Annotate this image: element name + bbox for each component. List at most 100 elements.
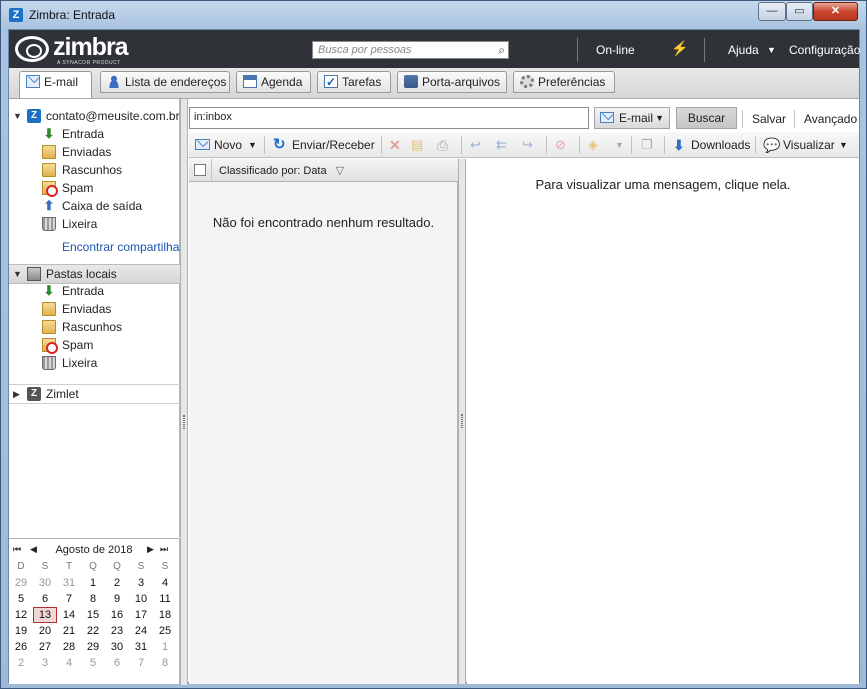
connection-icon[interactable]: ⚡ (671, 40, 688, 57)
calendar-day[interactable]: 26 (9, 639, 33, 655)
calendar-month-title[interactable]: Agosto de 2018 (49, 544, 139, 556)
calendar-day[interactable]: 12 (9, 607, 33, 623)
forward-icon[interactable]: ↪ (522, 136, 533, 154)
calendar-day[interactable]: 23 (105, 623, 129, 639)
chevron-down-icon[interactable]: ▼ (248, 136, 257, 154)
reply-all-icon[interactable]: ⇇ (496, 136, 507, 154)
calendar-day[interactable]: 8 (153, 655, 177, 671)
calendar-day[interactable]: 5 (9, 591, 33, 607)
calendar-day[interactable]: 30 (105, 639, 129, 655)
people-search-input[interactable]: Busca por pessoas ⌕ (312, 41, 509, 59)
calendar-day[interactable]: 10 (129, 591, 153, 607)
help-menu[interactable]: Ajuda (728, 43, 759, 57)
chevron-down-icon[interactable]: ▼ (839, 136, 848, 154)
tab-tasks[interactable]: Tarefas (317, 71, 391, 93)
calendar-day[interactable]: 31 (129, 639, 153, 655)
spam-icon[interactable]: ⊘ (555, 136, 566, 154)
folder-outbox[interactable]: ⬆ Caixa de saída (9, 197, 180, 215)
calendar-day[interactable]: 8 (81, 591, 105, 607)
calendar-day[interactable]: 6 (33, 591, 57, 607)
calendar-day[interactable]: 19 (9, 623, 33, 639)
delete-icon[interactable]: ✕ (389, 136, 401, 154)
search-button[interactable]: Buscar (676, 107, 737, 129)
tab-contacts[interactable]: Lista de endereços (100, 71, 230, 93)
calendar-day[interactable]: 17 (129, 607, 153, 623)
calendar-day[interactable]: 28 (57, 639, 81, 655)
tab-preferences[interactable]: Preferências (513, 71, 615, 93)
calendar-day[interactable]: 27 (33, 639, 57, 655)
calendar-day[interactable]: 4 (153, 575, 177, 591)
expand-triangle-icon[interactable]: ▶ (13, 385, 20, 403)
detach-icon[interactable]: ❐ (641, 136, 653, 154)
folder-inbox[interactable]: ⬇ Entrada (9, 125, 180, 143)
local-folder-drafts[interactable]: Rascunhos (9, 318, 180, 336)
tag-icon[interactable]: ◈ (588, 136, 598, 154)
calendar-day[interactable]: 22 (81, 623, 105, 639)
calendar-day[interactable]: 9 (105, 591, 129, 607)
sidebar-splitter[interactable] (180, 99, 188, 685)
print-icon[interactable]: ⎙ (437, 136, 448, 154)
tab-email[interactable]: E-mail (19, 71, 92, 98)
save-search-button[interactable]: Salvar (752, 110, 786, 128)
calendar-day[interactable]: 16 (105, 607, 129, 623)
search-icon[interactable]: ⌕ (498, 43, 505, 58)
calendar-day[interactable]: 21 (57, 623, 81, 639)
zimlet-header[interactable]: ▶ Z Zimlet (9, 384, 180, 404)
online-status[interactable]: On-line (596, 43, 635, 57)
calendar-day[interactable]: 3 (33, 655, 57, 671)
calendar-day[interactable]: 4 (57, 655, 81, 671)
calendar-day-today[interactable]: 13 (33, 607, 57, 623)
send-receive-button[interactable]: ↻ Enviar/Receber (273, 136, 375, 154)
local-folders-header[interactable]: ▼ Pastas locais (9, 264, 180, 284)
calendar-day[interactable]: 7 (57, 591, 81, 607)
calendar-day[interactable]: 14 (57, 607, 81, 623)
calendar-day[interactable]: 2 (9, 655, 33, 671)
minimize-button[interactable]: — (758, 2, 786, 21)
calendar-day[interactable]: 1 (81, 575, 105, 591)
calendar-day[interactable]: 7 (129, 655, 153, 671)
local-folder-trash[interactable]: Lixeira (9, 354, 180, 372)
calendar-day[interactable]: 18 (153, 607, 177, 623)
chevron-down-icon[interactable]: ▼ (767, 45, 776, 55)
calendar-day[interactable]: 29 (81, 639, 105, 655)
calendar-day[interactable]: 29 (9, 575, 33, 591)
account-header[interactable]: ▼ Z contato@meusite.com.br (9, 107, 180, 125)
next-year-icon[interactable]: ⏭ (160, 544, 168, 555)
collapse-triangle-icon[interactable]: ▼ (13, 107, 22, 125)
calendar-day[interactable]: 6 (105, 655, 129, 671)
view-menu-button[interactable]: 💬 Visualizar (763, 136, 835, 154)
tab-calendar[interactable]: Agenda (236, 71, 311, 93)
sort-by-date[interactable]: Classificado por: Data ▽ (219, 164, 344, 177)
calendar-day[interactable]: 11 (153, 591, 177, 607)
move-icon[interactable]: ▤ (411, 136, 423, 154)
reply-icon[interactable]: ↩ (470, 136, 481, 154)
close-button[interactable]: ✕ (813, 2, 858, 21)
maximize-button[interactable]: ▭ (786, 2, 813, 21)
collapse-triangle-icon[interactable]: ▼ (13, 265, 22, 283)
search-type-select[interactable]: E-mail ▼ (594, 107, 670, 129)
calendar-day[interactable]: 15 (81, 607, 105, 623)
calendar-day[interactable]: 20 (33, 623, 57, 639)
tab-briefcase[interactable]: Porta-arquivos (397, 71, 507, 93)
folder-drafts[interactable]: Rascunhos (9, 161, 180, 179)
select-all-checkbox[interactable] (194, 164, 206, 176)
prev-year-icon[interactable]: ⏮ (13, 544, 21, 555)
folder-trash[interactable]: Lixeira (9, 215, 180, 233)
reading-pane-splitter[interactable] (458, 159, 466, 684)
local-folder-spam[interactable]: Spam (9, 336, 180, 354)
find-shares-link[interactable]: Encontrar compartilham (9, 238, 180, 256)
chevron-down-icon[interactable]: ▼ (615, 136, 624, 154)
calendar-day[interactable]: 30 (33, 575, 57, 591)
calendar-day[interactable]: 1 (153, 639, 177, 655)
folder-spam[interactable]: Spam (9, 179, 180, 197)
search-query-input[interactable]: in:inbox (189, 107, 589, 129)
calendar-day[interactable]: 3 (129, 575, 153, 591)
calendar-day[interactable]: 5 (81, 655, 105, 671)
calendar-day[interactable]: 24 (129, 623, 153, 639)
new-message-button[interactable]: Novo (195, 136, 242, 154)
downloads-button[interactable]: ⬇ Downloads (673, 136, 750, 154)
local-folder-sent[interactable]: Enviadas (9, 300, 180, 318)
calendar-day[interactable]: 25 (153, 623, 177, 639)
advanced-search-link[interactable]: Avançado (804, 110, 857, 128)
calendar-day[interactable]: 31 (57, 575, 81, 591)
